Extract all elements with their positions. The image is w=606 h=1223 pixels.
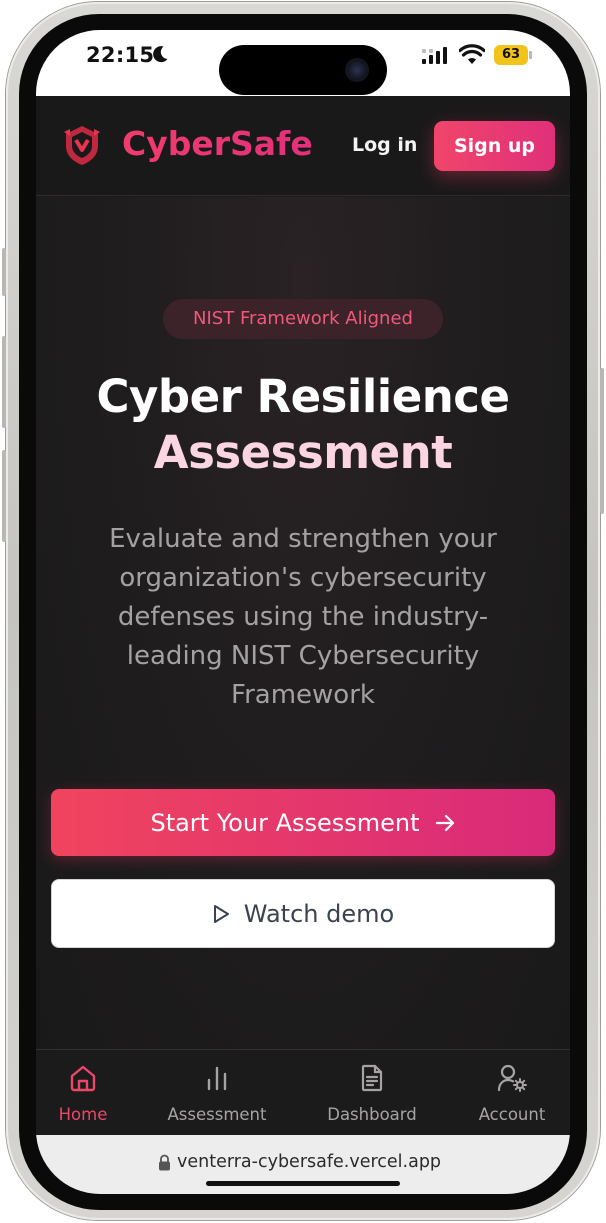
signal-icon [422,47,447,64]
tab-dashboard-label: Dashboard [327,1105,417,1124]
play-icon [213,904,229,923]
login-link[interactable]: Log in [352,134,417,156]
start-assessment-label: Start Your Assessment [150,808,420,837]
camera-icon [345,58,369,82]
arrow-right-icon [435,814,454,831]
volume-down-button [2,450,6,542]
framework-badge: NIST Framework Aligned [163,299,443,339]
brand-name[interactable]: CyberSafe [122,124,313,163]
hero-description: Evaluate and strengthen your organizatio… [109,524,497,710]
tab-assessment-label: Assessment [167,1105,267,1124]
watch-demo-button[interactable]: Watch demo [51,879,555,948]
wifi-icon [459,44,485,64]
tab-home[interactable]: Home [36,1050,143,1136]
status-bar: 22:15 63 [36,30,570,96]
dynamic-island [219,45,387,95]
page-title: Cyber Resilience [96,370,510,423]
status-time: 22:15 [86,43,155,67]
tab-assessment[interactable]: Assessment [157,1050,277,1136]
page-title-accent: Assessment [153,426,453,479]
battery-tip [529,51,532,59]
watch-demo-label: Watch demo [243,899,395,928]
start-assessment-button[interactable]: Start Your Assessment [51,789,555,856]
tab-dashboard[interactable]: Dashboard [312,1050,432,1136]
app-header: CyberSafe Log in Sign up [36,96,570,196]
bottom-tab-bar: Home Assessment Dashboard Account [36,1049,570,1135]
document-icon [361,1064,383,1092]
battery-icon: 63 [494,45,528,65]
signup-button[interactable]: Sign up [434,121,555,171]
power-button [600,368,604,514]
tab-account[interactable]: Account [452,1050,570,1136]
shield-logo-icon [64,126,100,165]
volume-up-button [2,336,6,428]
lock-icon [159,1154,170,1171]
home-icon [70,1065,96,1092]
url-text: venterra-cybersafe.vercel.app [177,1152,442,1172]
tab-home-label: Home [58,1105,108,1124]
hero-section: NIST Framework Aligned Cyber Resilience … [36,197,570,1049]
home-indicator [206,1181,400,1186]
bar-chart-icon [207,1066,227,1091]
screen: 22:15 63 CyberSafe Log in Sign up NIST F… [36,30,570,1194]
moon-icon [153,46,168,63]
user-settings-icon [497,1064,527,1092]
tab-account-label: Account [478,1105,546,1124]
action-button [2,248,6,296]
